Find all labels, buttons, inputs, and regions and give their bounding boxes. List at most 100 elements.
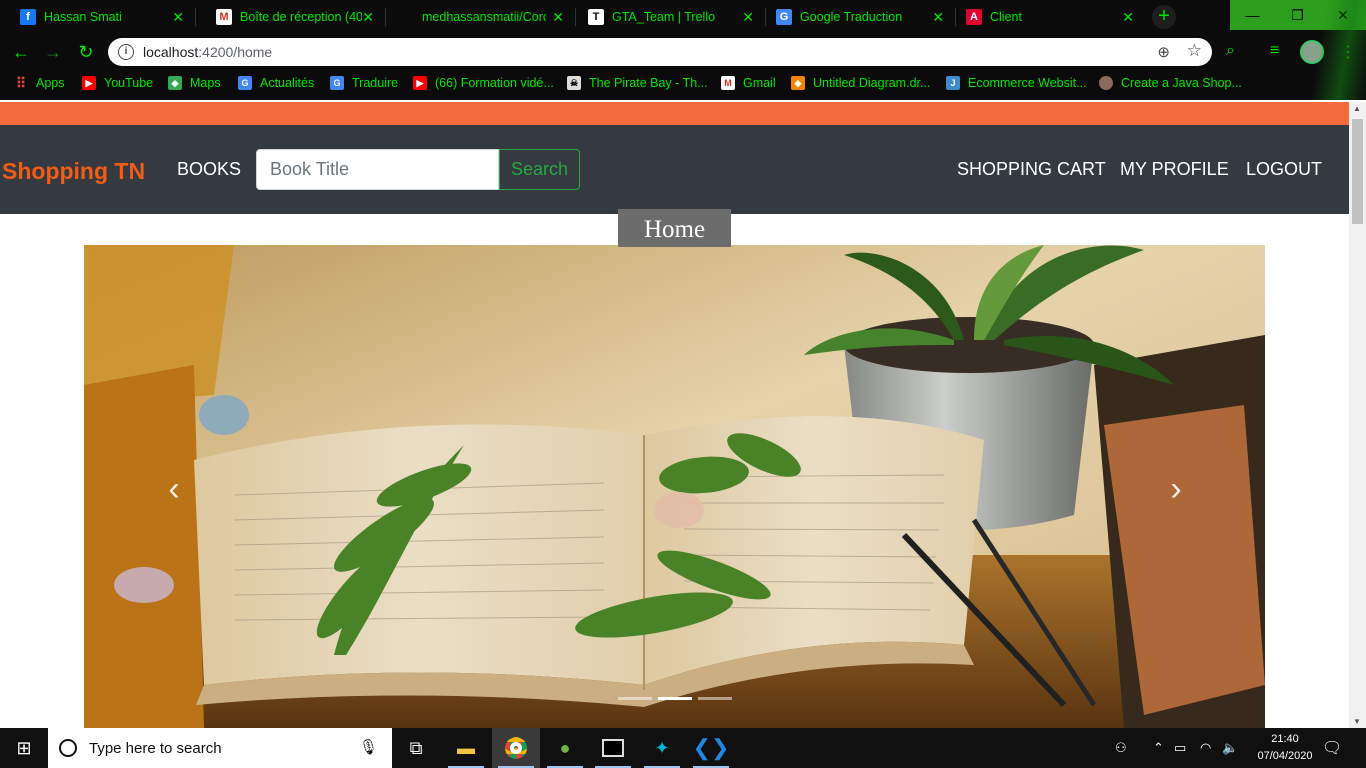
carousel-indicator[interactable] — [698, 697, 732, 700]
notification-center-icon[interactable]: 🗨 — [1322, 738, 1342, 758]
battery-icon[interactable]: ▭ — [1174, 740, 1186, 756]
chrome-icon[interactable] — [492, 728, 540, 768]
drawio-icon: ◈ — [791, 76, 805, 90]
nav-logout[interactable]: LOGOUT — [1246, 159, 1322, 180]
carousel-indicator[interactable] — [618, 697, 652, 700]
new-tab-button[interactable]: + — [1152, 5, 1176, 29]
tab-title: Google Traduction — [800, 10, 903, 24]
nav-books[interactable]: BOOKS — [177, 159, 241, 180]
bookmark-maps[interactable]: ◆ Maps — [168, 76, 221, 90]
carousel-indicator-active[interactable] — [658, 697, 692, 700]
clock-time: 21:40 — [1271, 733, 1299, 745]
site-navbar: Shopping TN BOOKS Search SHOPPING CART M… — [0, 125, 1349, 214]
profile-avatar[interactable] — [1300, 40, 1324, 64]
forward-button[interactable]: → — [41, 40, 65, 64]
close-tab-icon[interactable]: ✕ — [1122, 9, 1134, 26]
back-button[interactable]: ← — [9, 40, 33, 64]
wifi-icon[interactable]: ◠ — [1200, 740, 1211, 756]
address-url: localhost:4200/home — [143, 44, 272, 60]
volume-icon[interactable]: 🔈 — [1222, 740, 1238, 756]
tab-trello[interactable]: T GTA_Team | Trello ✕ — [576, 0, 766, 34]
bookmark-actualites[interactable]: G Actualités — [238, 76, 314, 90]
tab-github[interactable]: medhassansmatii/Coro ✕ — [386, 0, 576, 34]
console-window-icon — [602, 739, 624, 757]
close-tab-icon[interactable]: ✕ — [932, 9, 944, 26]
taskbar-clock[interactable]: 21:40 07/04/2020 — [1250, 731, 1320, 765]
menu-icon[interactable]: ⋮ — [1340, 42, 1356, 62]
bookmarks-bar: ⠿ Apps ▶ YouTube ◆ Maps G Actualités G Tradui… — [0, 70, 1366, 100]
people-icon[interactable]: ⚇ — [1115, 740, 1127, 756]
vscode-icon[interactable]: ❮❯ — [687, 728, 735, 768]
close-tab-icon[interactable]: ✕ — [172, 9, 184, 26]
bookmark-youtube[interactable]: ▶ YouTube — [82, 76, 153, 90]
google-news-icon: G — [238, 76, 252, 90]
bookmark-star-icon[interactable]: ☆ — [1187, 41, 1202, 61]
bookmark-label: Apps — [36, 76, 65, 90]
reload-button[interactable]: ↻ — [74, 40, 98, 64]
browser-toolbar: ← → ↻ i localhost:4200/home ⊕ ☆ ⌕ ≡ ⋮ — [0, 34, 1366, 70]
search-button[interactable]: Search — [499, 149, 580, 190]
apps-grid-icon: ⠿ — [15, 74, 27, 91]
nav-my-profile[interactable]: MY PROFILE — [1120, 159, 1229, 180]
close-tab-icon[interactable]: ✕ — [362, 9, 374, 26]
scroll-up-arrow-icon[interactable]: ▲ — [1353, 104, 1361, 113]
cortana-icon — [59, 739, 77, 757]
maps-icon: ◆ — [168, 76, 182, 90]
spring-tool-suite-icon[interactable]: ● — [541, 728, 589, 768]
taskbar-search-placeholder: Type here to search — [89, 739, 222, 757]
search-icon[interactable]: ⌕ — [1226, 42, 1235, 60]
gmail-icon: M — [216, 9, 232, 25]
minimize-button[interactable]: — — [1230, 0, 1275, 30]
bookmark-gmail[interactable]: M Gmail — [721, 76, 776, 90]
bookmark-label: Ecommerce Websit... — [968, 76, 1087, 90]
book-search-input[interactable] — [256, 149, 499, 190]
task-view-icon[interactable]: ⧉ — [392, 728, 440, 768]
windows-start-icon[interactable]: ⊞ — [0, 728, 48, 768]
scrollbar-thumb[interactable] — [1352, 119, 1363, 224]
bookmark-drawio[interactable]: ◈ Untitled Diagram.dr... — [791, 76, 930, 90]
bookmark-pirate-bay[interactable]: ☠ The Pirate Bay - Th... — [567, 76, 708, 90]
terminal-icon[interactable] — [589, 728, 637, 768]
page-title: Home — [618, 209, 731, 247]
bookmark-apps[interactable]: ⠿ Apps — [14, 74, 65, 91]
bookmark-java-shop[interactable]: Create a Java Shop... — [1099, 76, 1242, 90]
file-explorer-icon[interactable]: ▬ — [442, 728, 490, 768]
carousel-prev-button[interactable]: ‹ — [159, 469, 189, 509]
taskbar-search-box[interactable]: Type here to search 🎙 — [48, 728, 392, 768]
microphone-icon[interactable]: 🎙 — [359, 738, 378, 756]
site-info-icon[interactable]: i — [118, 44, 134, 60]
jhipster-icon: J — [946, 76, 960, 90]
page-scrollbar[interactable]: ▲ ▼ — [1349, 102, 1366, 728]
bookmark-label: YouTube — [104, 76, 154, 90]
address-bar[interactable]: i localhost:4200/home ⊕ ☆ — [108, 38, 1212, 66]
media-control-icon[interactable]: ≡ — [1270, 42, 1279, 60]
close-window-button[interactable]: ✕ — [1320, 0, 1366, 30]
scroll-down-arrow-icon[interactable]: ▼ — [1353, 717, 1361, 726]
bookmark-ecommerce[interactable]: J Ecommerce Websit... — [946, 76, 1087, 90]
tab-gmail[interactable]: M Boîte de réception (405 ✕ — [196, 0, 386, 34]
bookmark-formation-video[interactable]: ▶ (66) Formation vidé... — [413, 76, 554, 90]
carousel-next-button[interactable]: › — [1161, 469, 1191, 509]
image-carousel: ‹ › — [84, 245, 1265, 728]
brand-logo[interactable]: Shopping TN — [2, 158, 145, 185]
bookmark-label: Untitled Diagram.dr... — [813, 76, 931, 90]
show-hidden-icons-icon[interactable]: ⌃ — [1153, 740, 1164, 756]
tab-google-traduction[interactable]: G Google Traduction ✕ — [766, 0, 956, 34]
zoom-icon[interactable]: ⊕ — [1157, 43, 1170, 61]
restore-button[interactable]: ❐ — [1275, 0, 1320, 30]
bookmark-label: (66) Formation vidé... — [435, 76, 554, 90]
bookmark-traduire[interactable]: G Traduire — [330, 76, 398, 90]
bookmark-label: Gmail — [743, 76, 776, 90]
tab-client[interactable]: A Client ✕ — [956, 0, 1146, 34]
close-tab-icon[interactable]: ✕ — [552, 9, 564, 26]
carousel-indicators — [618, 697, 732, 700]
chrome-logo-icon — [505, 737, 527, 759]
bookmark-label: Maps — [190, 76, 221, 90]
nav-shopping-cart[interactable]: SHOPPING CART — [957, 159, 1106, 180]
close-tab-icon[interactable]: ✕ — [742, 9, 754, 26]
tab-title: GTA_Team | Trello — [612, 10, 716, 24]
game-app-icon[interactable]: ✦ — [638, 728, 686, 768]
tab-facebook[interactable]: f Hassan Smati ✕ — [0, 0, 196, 34]
tab-title: Client — [990, 10, 1022, 24]
google-translate-icon: G — [776, 9, 792, 25]
